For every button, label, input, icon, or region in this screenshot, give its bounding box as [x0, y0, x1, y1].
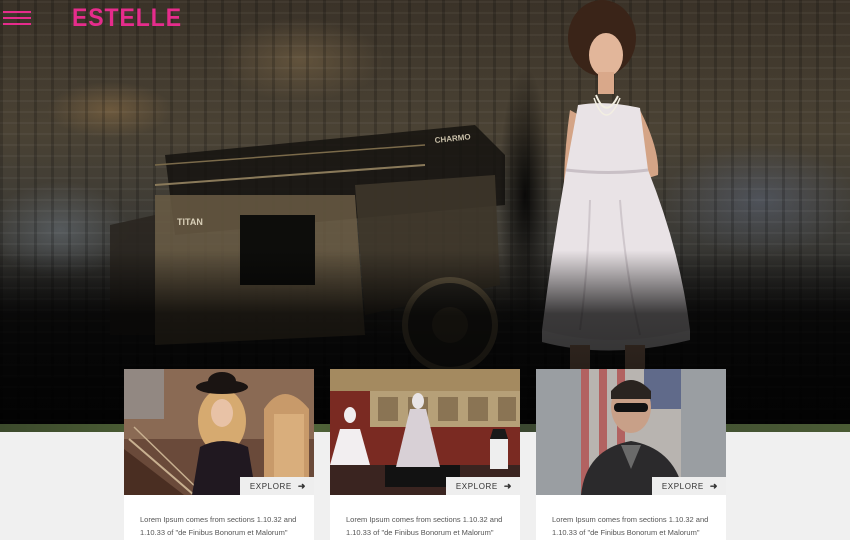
arrow-right-icon: ➜ [503, 480, 512, 491]
explore-label: EXPLORE [249, 481, 292, 491]
truck-label-titan: TITAN [177, 217, 203, 227]
hero-banner: TITAN CHARMO [0, 0, 850, 432]
card-3-photo[interactable]: EXPLORE ➜ [536, 369, 726, 495]
card-description: Lorem Ipsum comes from sections 1.10.32 … [346, 515, 503, 537]
card-3: EXPLORE ➜ Lorem Ipsum comes from section… [536, 369, 726, 540]
card-description: Lorem Ipsum comes from sections 1.10.32 … [140, 515, 297, 537]
card-1: EXPLORE ➜ Lorem Ipsum comes from section… [124, 369, 314, 540]
card-1-photo[interactable]: EXPLORE ➜ [124, 369, 314, 495]
card-2: EXPLORE ➜ Lorem Ipsum comes from section… [330, 369, 520, 540]
explore-label: EXPLORE [661, 481, 704, 491]
explore-label: EXPLORE [455, 481, 498, 491]
arrow-right-icon: ➜ [709, 480, 718, 491]
brand-logo[interactable]: ESTELLE [72, 4, 182, 33]
explore-button[interactable]: EXPLORE ➜ [651, 477, 726, 495]
explore-button[interactable]: EXPLORE ➜ [445, 477, 520, 495]
hamburger-icon [3, 11, 31, 13]
card-description: Lorem Ipsum comes from sections 1.10.32 … [552, 515, 709, 537]
explore-button[interactable]: EXPLORE ➜ [239, 477, 314, 495]
hamburger-menu-button[interactable] [3, 11, 31, 29]
card-2-photo[interactable]: EXPLORE ➜ [330, 369, 520, 495]
arrow-right-icon: ➜ [297, 480, 306, 491]
